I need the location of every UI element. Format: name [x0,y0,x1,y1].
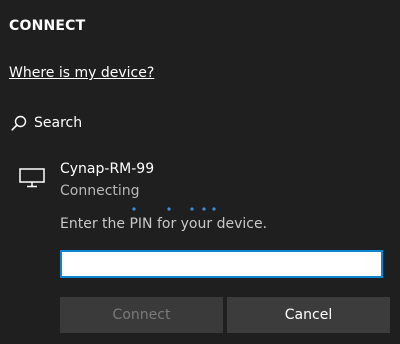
connecting-progress-indicator [132,207,216,211]
search-icon [11,115,27,131]
connect-button[interactable]: Connect [60,297,223,333]
search-button[interactable]: Search [11,112,82,134]
search-label: Search [34,115,83,131]
panel-title: CONNECT [9,18,86,34]
device-name: Cynap-RM-99 [60,161,155,177]
monitor-icon [19,168,45,192]
pin-input[interactable] [60,250,383,278]
cancel-button[interactable]: Cancel [227,297,390,333]
device-status: Connecting [60,183,140,199]
connect-panel: CONNECT Where is my device? Search Cynap… [0,0,400,344]
where-is-my-device-link[interactable]: Where is my device? [9,65,154,81]
pin-prompt: Enter the PIN for your device. [60,216,268,232]
